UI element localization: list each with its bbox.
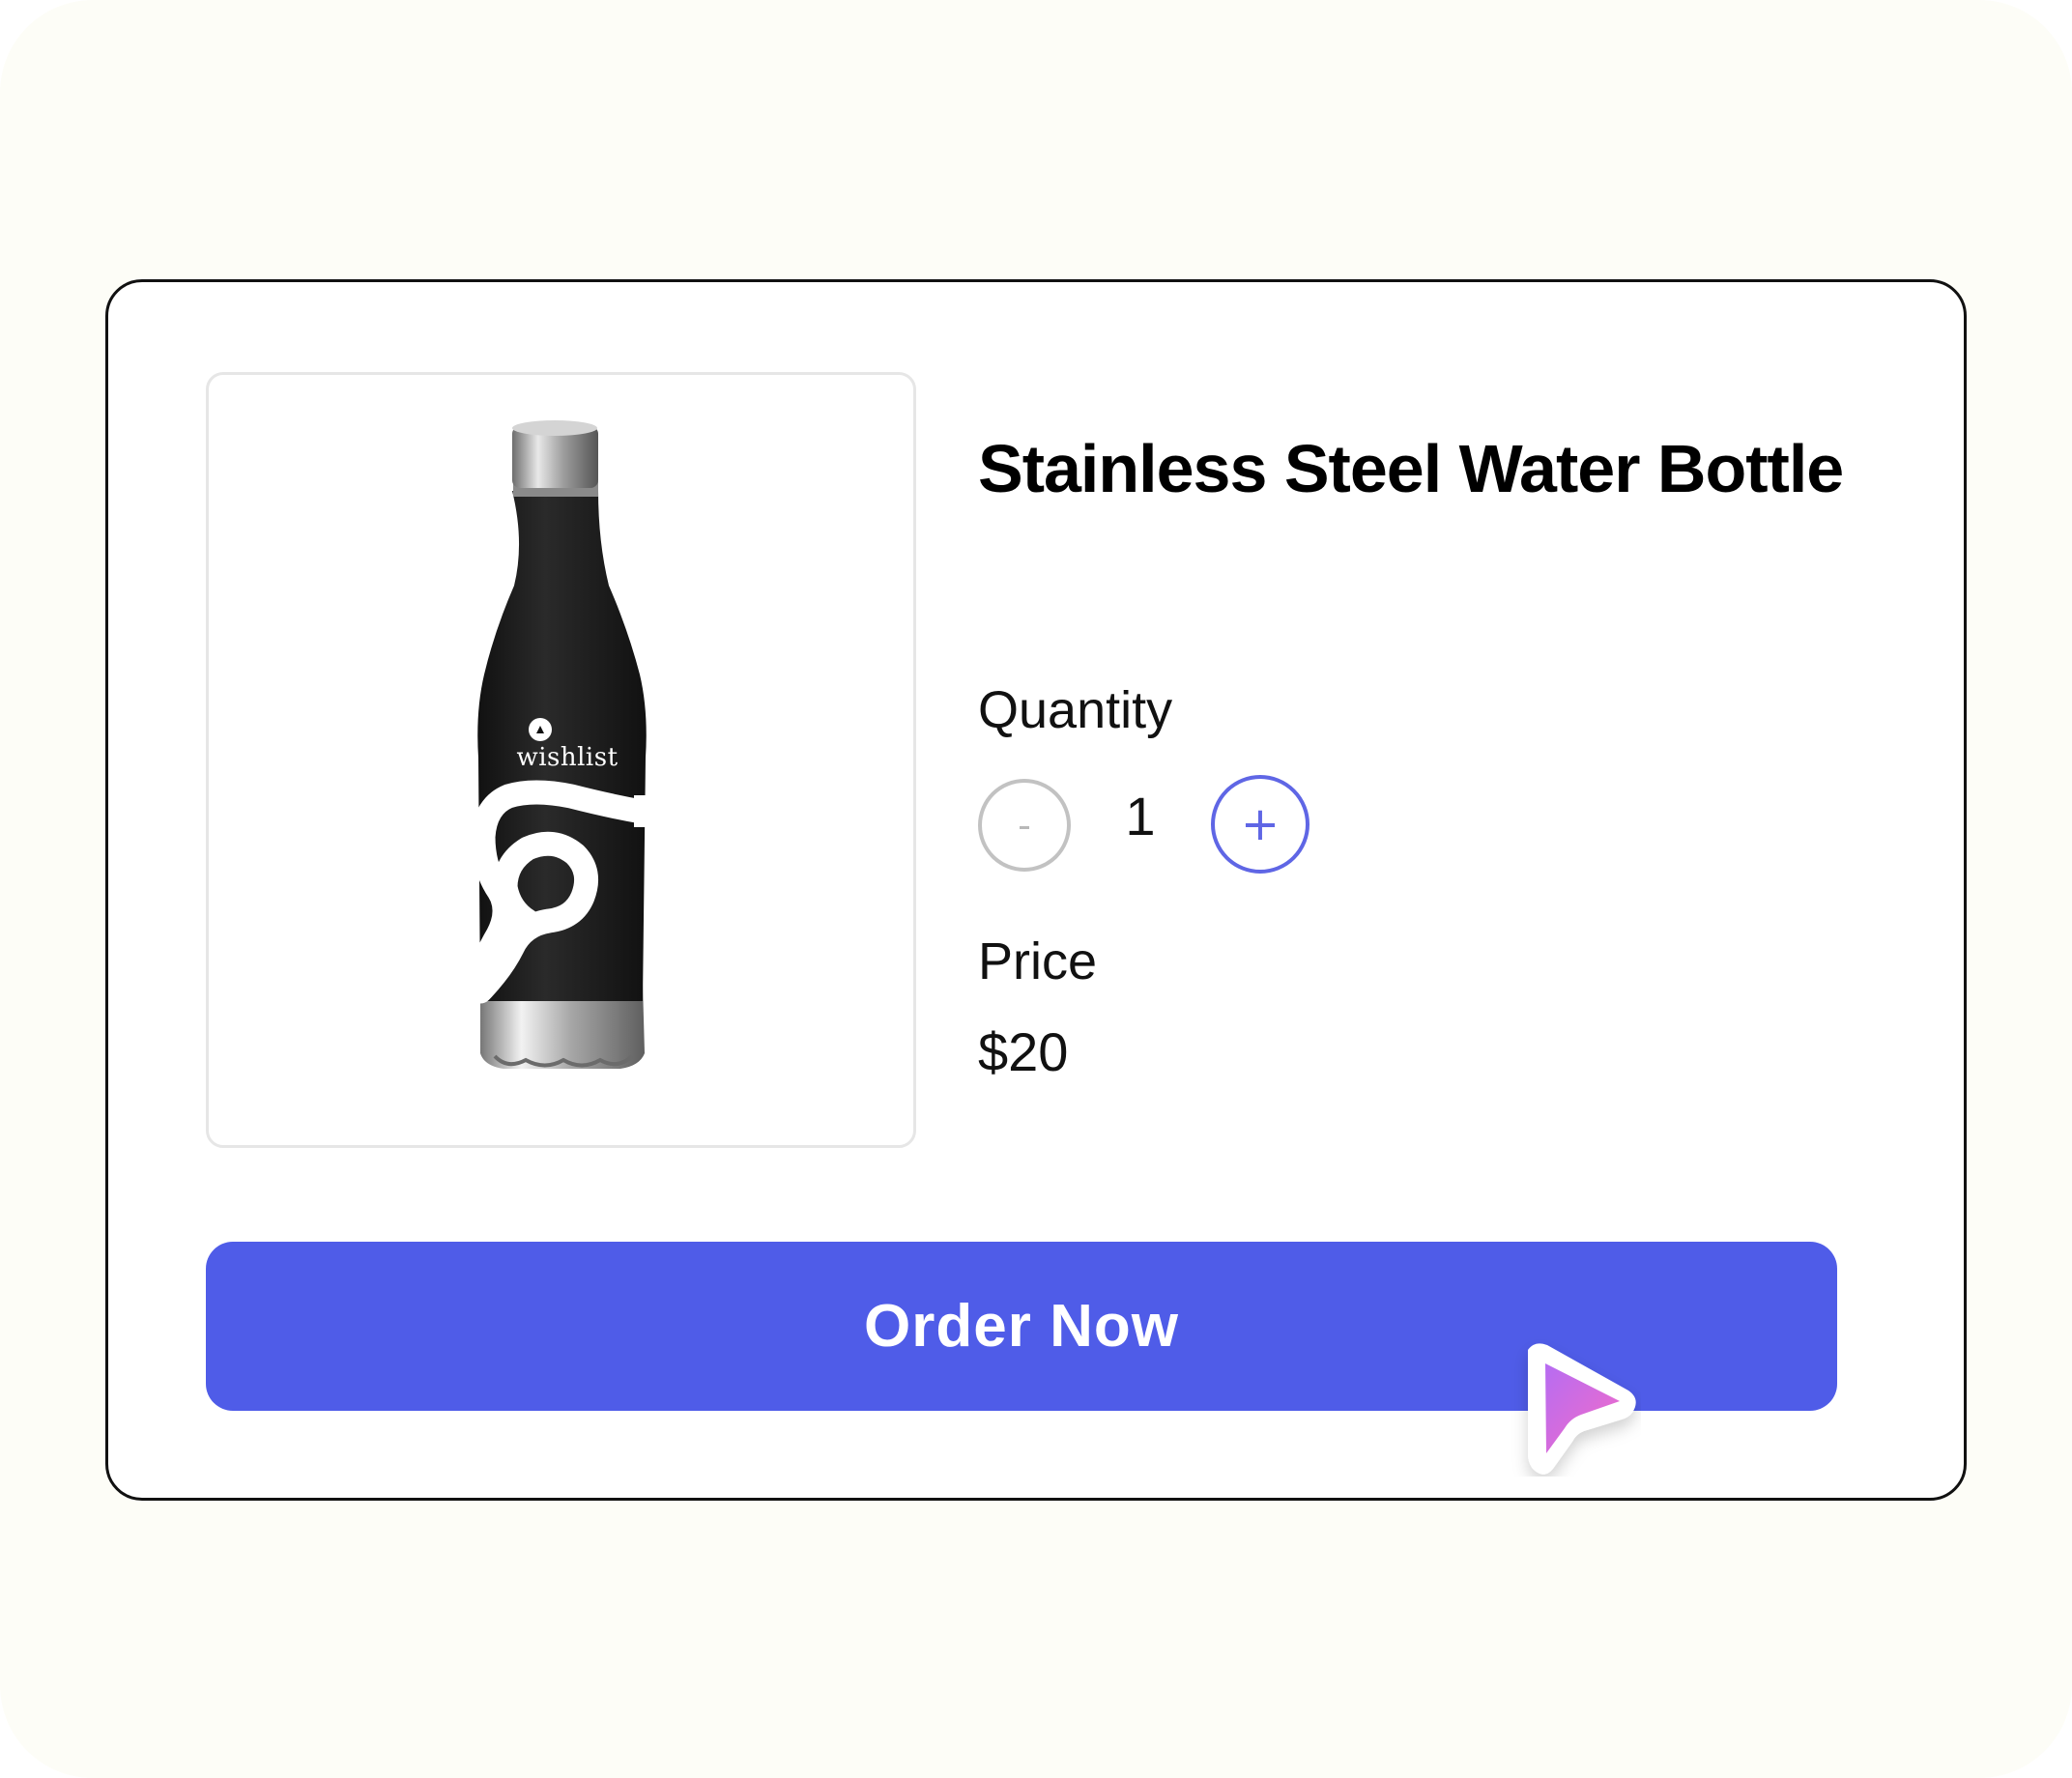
quantity-label: Quantity	[978, 681, 1173, 739]
quantity-increment-button[interactable]: +	[1211, 775, 1309, 874]
product-image-frame: wishlist	[206, 372, 916, 1148]
quantity-decrement-button[interactable]: -	[978, 779, 1071, 872]
order-now-label: Order Now	[864, 1293, 1179, 1360]
price-label: Price	[978, 932, 1098, 990]
product-title: Stainless Steel Water Bottle	[978, 431, 1844, 506]
bottle-brand-text: wishlist	[516, 743, 619, 772]
minus-icon: -	[1018, 804, 1031, 846]
order-now-button[interactable]: Order Now	[206, 1242, 1837, 1411]
price-value: $20	[978, 1021, 1069, 1082]
quantity-value: 1	[1125, 786, 1156, 846]
plus-icon: +	[1240, 797, 1281, 851]
